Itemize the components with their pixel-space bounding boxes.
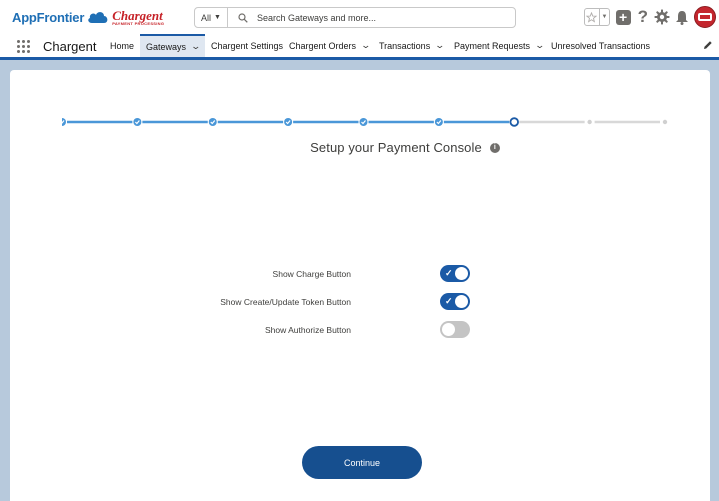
app-logo[interactable]: AppFrontier Chargent PAYMENT PROCESSING bbox=[12, 7, 164, 27]
tab-payment-requests[interactable]: Payment Requests ⌄ bbox=[448, 34, 550, 57]
chevron-down-icon[interactable]: ▼ bbox=[599, 9, 608, 25]
progress-step-incomplete[interactable] bbox=[662, 119, 668, 125]
search-icon bbox=[238, 12, 248, 23]
toggle-show-authorize-button[interactable]: ✓ bbox=[440, 321, 470, 338]
search-field bbox=[228, 8, 515, 27]
app-launcher-icon[interactable] bbox=[17, 40, 30, 53]
option-label: Show Charge Button bbox=[272, 269, 351, 279]
app-nav-bar: Chargent Home Gateways ⌄ Chargent Settin… bbox=[0, 34, 719, 60]
tab-transactions[interactable]: Transactions ⌄ bbox=[373, 34, 450, 57]
toggle-show-token-button[interactable]: ✓ bbox=[440, 293, 470, 310]
header-utilities: ▼ + ? bbox=[583, 4, 719, 30]
option-row-charge: Show Charge Button ✓ bbox=[10, 265, 710, 285]
app-name: Chargent bbox=[43, 39, 97, 54]
chevron-down-icon[interactable]: ⌄ bbox=[535, 40, 546, 51]
tab-home[interactable]: Home bbox=[104, 34, 140, 57]
caret-down-icon: ▼ bbox=[214, 14, 221, 21]
progress-step-complete[interactable] bbox=[208, 118, 217, 126]
check-icon: ✓ bbox=[445, 268, 453, 278]
setup-wizard-card: Setup your Payment Console i Show Charge… bbox=[10, 70, 710, 501]
option-row-authorize: Show Authorize Button ✓ bbox=[10, 321, 710, 341]
progress-step-complete[interactable] bbox=[62, 118, 66, 126]
star-icon[interactable] bbox=[585, 9, 600, 25]
search-input[interactable] bbox=[257, 12, 497, 23]
global-header: AppFrontier Chargent PAYMENT PROCESSING … bbox=[0, 0, 719, 34]
info-icon[interactable]: i bbox=[489, 142, 500, 153]
help-icon[interactable]: ? bbox=[638, 7, 648, 27]
progress-step-current[interactable] bbox=[509, 117, 519, 127]
wizard-progress-indicator bbox=[62, 117, 668, 127]
check-icon: ✓ bbox=[445, 296, 453, 306]
global-search: All ▼ bbox=[194, 7, 516, 28]
favorites-button[interactable]: ▼ bbox=[583, 8, 610, 26]
tab-chargent-orders[interactable]: Chargent Orders ⌄ bbox=[283, 34, 376, 57]
progress-step-complete[interactable] bbox=[284, 118, 293, 126]
logo-appfrontier-text: AppFrontier bbox=[12, 9, 85, 25]
option-label: Show Create/Update Token Button bbox=[220, 297, 351, 307]
chevron-down-icon[interactable]: ⌄ bbox=[191, 41, 202, 52]
tab-unresolved-transactions[interactable]: Unresolved Transactions bbox=[545, 34, 656, 57]
option-label: Show Authorize Button bbox=[264, 325, 351, 335]
option-row-token: Show Create/Update Token Button ✓ bbox=[10, 293, 710, 313]
chevron-down-icon[interactable]: ⌄ bbox=[361, 40, 372, 51]
search-scope-dropdown[interactable]: All ▼ bbox=[195, 8, 228, 27]
progress-step-incomplete[interactable] bbox=[587, 119, 592, 125]
bell-icon[interactable] bbox=[675, 10, 689, 25]
page-title: Setup your Payment Console bbox=[310, 140, 482, 155]
plus-icon[interactable]: + bbox=[615, 9, 631, 25]
progress-step-complete[interactable] bbox=[359, 118, 368, 126]
avatar[interactable] bbox=[694, 6, 716, 28]
tab-chargent-settings[interactable]: Chargent Settings bbox=[205, 34, 289, 57]
edit-pencil-icon[interactable] bbox=[703, 40, 713, 50]
continue-button[interactable]: Continue bbox=[302, 446, 422, 479]
chevron-down-icon[interactable]: ⌄ bbox=[435, 40, 446, 51]
progress-step-complete[interactable] bbox=[434, 118, 443, 126]
wizard-header: Setup your Payment Console i bbox=[10, 140, 710, 155]
toggle-show-charge-button[interactable]: ✓ bbox=[440, 265, 470, 282]
cloud-icon bbox=[88, 12, 108, 23]
logo-chargent: Chargent PAYMENT PROCESSING bbox=[112, 7, 165, 26]
gear-icon[interactable] bbox=[654, 9, 670, 25]
progress-step-complete[interactable] bbox=[133, 118, 142, 126]
tab-gateways[interactable]: Gateways ⌄ bbox=[140, 34, 205, 57]
